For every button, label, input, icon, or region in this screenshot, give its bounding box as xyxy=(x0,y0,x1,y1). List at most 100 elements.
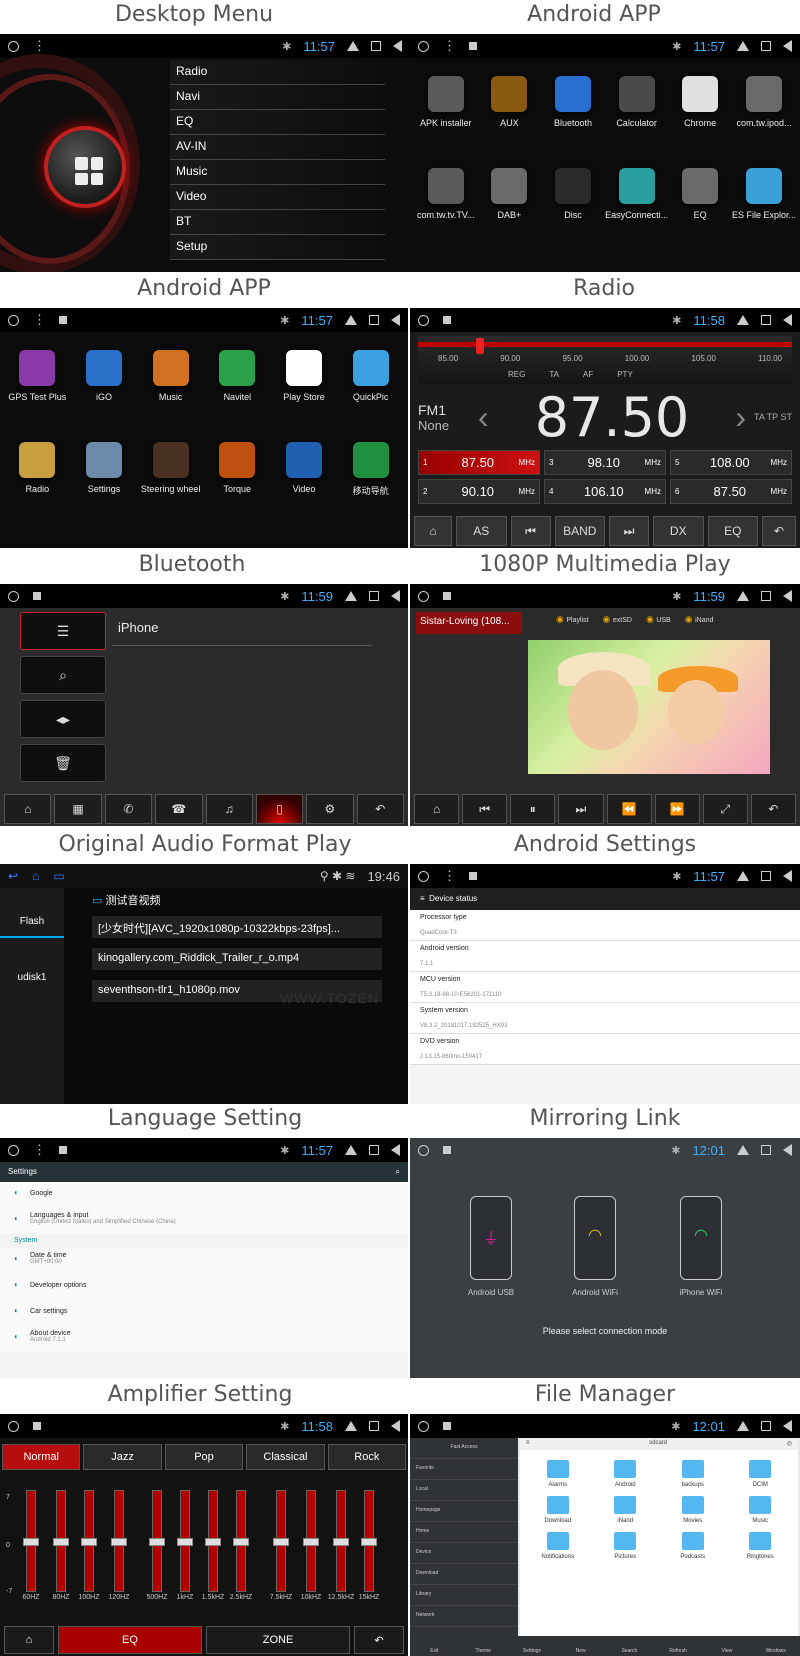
toolbar-button[interactable]: Settings xyxy=(508,1636,557,1656)
eq-slider-knob[interactable] xyxy=(149,1538,165,1546)
menu-item-music[interactable]: Music xyxy=(170,160,385,185)
menu-icon[interactable]: ≡ xyxy=(526,1440,530,1448)
app-tile[interactable]: 移动导航 xyxy=(337,442,404,524)
folder-item[interactable]: Pictures xyxy=(592,1532,660,1560)
back-icon[interactable] xyxy=(391,590,400,602)
eq-slider-knob[interactable] xyxy=(205,1538,221,1546)
back-icon[interactable] xyxy=(391,1144,400,1156)
flag-pty[interactable]: PTY xyxy=(617,370,633,379)
back-arrow-icon[interactable]: ↶ xyxy=(354,1626,404,1654)
recents-icon[interactable] xyxy=(369,591,379,601)
toolbar-button[interactable]: Search xyxy=(605,1636,654,1656)
more-icon[interactable]: ⋮ xyxy=(33,38,46,54)
about-item[interactable]: About deviceAndroid 7.1.1 xyxy=(0,1326,408,1352)
home-circle-icon[interactable] xyxy=(418,1420,429,1432)
app-tile[interactable]: DAB+ xyxy=(478,168,542,250)
languages-item[interactable]: Languages & inputEnglish (United States)… xyxy=(0,1208,408,1234)
settings-item[interactable]: Android version 7.1.1 xyxy=(410,941,800,972)
app-tile[interactable]: AUX xyxy=(478,76,542,158)
back-icon[interactable] xyxy=(391,1420,400,1432)
call-log-icon[interactable]: ✆ xyxy=(104,794,153,824)
eject-icon[interactable] xyxy=(345,1421,357,1431)
eject-icon[interactable] xyxy=(737,41,749,51)
preset-button[interactable]: 4 106.10 MHz xyxy=(544,479,666,504)
home-icon[interactable]: ⌂ xyxy=(4,794,52,824)
tuning-needle[interactable] xyxy=(476,338,484,354)
folder-item[interactable]: Download xyxy=(524,1496,592,1524)
toolbar-button[interactable]: Windows xyxy=(751,1636,800,1656)
developer-item[interactable]: Developer options xyxy=(0,1274,408,1300)
folder-item[interactable]: iNand xyxy=(592,1496,660,1524)
video-title[interactable]: Sistar-Loving (108... xyxy=(416,612,522,634)
sidebar-item[interactable]: Library xyxy=(410,1585,518,1606)
menu-item-bt[interactable]: BT xyxy=(170,210,385,235)
recents-icon[interactable] xyxy=(369,1145,379,1155)
app-tile[interactable]: APK installer xyxy=(414,76,478,158)
list-icon[interactable]: ☰ xyxy=(20,612,106,650)
music-icon[interactable]: ♫ xyxy=(205,794,253,824)
home-icon[interactable]: ⌂ xyxy=(414,516,452,546)
app-tile[interactable]: com.tw.tv.TV... xyxy=(414,168,478,250)
preset-pop[interactable]: Pop xyxy=(164,1444,244,1470)
android-usb-phone[interactable]: ⏚ xyxy=(470,1196,512,1280)
home-icon[interactable]: ⌂ xyxy=(414,794,460,824)
home-circle-icon[interactable] xyxy=(418,314,429,326)
delete-icon[interactable]: 🗑 xyxy=(20,744,106,782)
back-icon[interactable] xyxy=(783,314,792,326)
app-tile[interactable]: Navitel xyxy=(204,350,271,432)
eq-slider-knob[interactable] xyxy=(111,1538,127,1546)
menu-item-navi[interactable]: Navi xyxy=(170,85,385,110)
eject-icon[interactable] xyxy=(737,315,749,325)
back-icon[interactable] xyxy=(783,590,792,602)
dx-button[interactable]: DX xyxy=(653,516,704,546)
app-tile[interactable]: Play Store xyxy=(271,350,338,432)
search-icon[interactable]: ⌕ xyxy=(396,1167,400,1177)
menu-icon[interactable]: ≡ xyxy=(420,894,429,903)
flag-ta[interactable]: TA xyxy=(549,370,559,379)
apps-knob-button[interactable] xyxy=(44,126,126,208)
back-icon[interactable] xyxy=(783,40,792,52)
eject-icon[interactable] xyxy=(737,1145,749,1155)
app-tile[interactable]: ES File Explor... xyxy=(732,168,796,250)
folder-item[interactable]: Alarms xyxy=(524,1460,592,1488)
car-settings-item[interactable]: Car settings xyxy=(0,1300,408,1326)
back-icon[interactable] xyxy=(391,314,400,326)
home-circle-icon[interactable] xyxy=(8,1144,19,1156)
eject-icon[interactable] xyxy=(347,41,359,51)
eject-icon[interactable] xyxy=(345,1145,357,1155)
folder-item[interactable]: Ringtones xyxy=(727,1532,795,1560)
recents-icon[interactable] xyxy=(761,41,771,51)
file-row[interactable]: kinogallery.com_Riddick_Trailer_r_o.mp4 xyxy=(92,948,382,970)
eq-tab[interactable]: EQ xyxy=(58,1626,202,1654)
tuning-scale[interactable]: 85.00 90.00 95.00 100.00 105.00 110.00 R… xyxy=(418,336,792,384)
app-tile[interactable]: com.tw.ipod... xyxy=(732,76,796,158)
eject-icon[interactable] xyxy=(737,591,749,601)
app-tile[interactable]: Bluetooth xyxy=(541,76,605,158)
eq-slider-knob[interactable] xyxy=(53,1538,69,1546)
menu-item-radio[interactable]: Radio xyxy=(170,60,385,85)
folder-item[interactable]: backups xyxy=(659,1460,727,1488)
contacts-icon[interactable]: ☎ xyxy=(155,794,203,824)
back-arrow-icon[interactable]: ↩ xyxy=(8,869,18,883)
back-arrow-icon[interactable]: ↶ xyxy=(762,516,796,546)
folder-item[interactable]: Podcasts xyxy=(659,1532,727,1560)
eq-button[interactable]: EQ xyxy=(707,516,758,546)
prev-icon[interactable]: ⏮ xyxy=(462,794,508,824)
app-tile[interactable]: Torque xyxy=(204,442,271,524)
app-tile[interactable]: Calculator xyxy=(605,76,669,158)
prev-icon[interactable]: ⏮ xyxy=(510,516,551,546)
eq-slider-knob[interactable] xyxy=(23,1538,39,1546)
eq-slider-knob[interactable] xyxy=(81,1538,97,1546)
eject-icon[interactable] xyxy=(737,1421,749,1431)
recents-icon[interactable]: ▭ xyxy=(53,869,64,883)
back-arrow-icon[interactable]: ↶ xyxy=(356,794,404,824)
dialpad-icon[interactable]: ▦ xyxy=(54,794,102,824)
phone-icon[interactable]: ▯ xyxy=(255,794,304,824)
back-icon[interactable] xyxy=(783,870,792,882)
preset-normal[interactable]: Normal xyxy=(2,1444,81,1470)
app-tile[interactable]: QuickPic xyxy=(337,350,404,432)
flag-reg[interactable]: REG xyxy=(508,370,525,379)
home-circle-icon[interactable] xyxy=(8,314,19,326)
settings-item[interactable]: DVD version 2.13.15-860mc-150417 xyxy=(410,1034,800,1065)
file-row[interactable]: [少女时代][AVC_1920x1080p-10322kbps-23fps]..… xyxy=(92,916,382,938)
